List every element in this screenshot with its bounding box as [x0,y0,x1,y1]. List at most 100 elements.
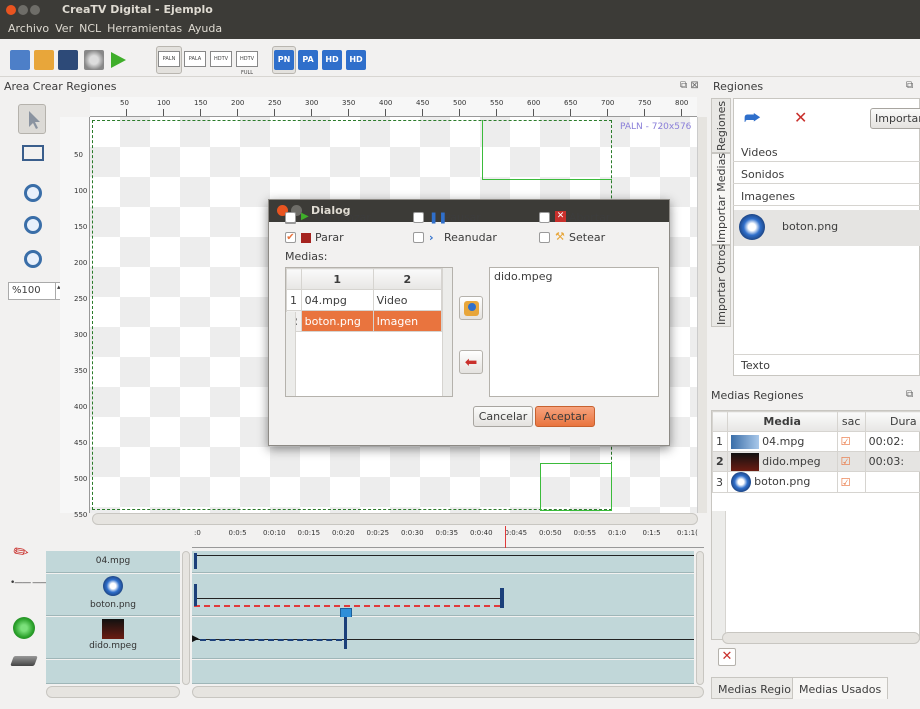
track-label-hscroll[interactable] [46,686,180,698]
image-item-row[interactable]: boton.png [734,210,920,246]
settings-icon[interactable] [84,50,104,70]
col-dura-header[interactable]: Dura [864,411,920,432]
maximize-window-icon[interactable] [30,5,40,15]
region-box[interactable] [482,120,612,180]
delete-icon[interactable]: ✕ [794,108,807,127]
format-hdtv-full-button[interactable]: HDTV FULL [236,51,258,76]
table-row[interactable]: 2 boton.png Imagen [286,310,443,332]
import-button[interactable]: Importar [870,108,920,129]
mode-pn-button[interactable]: PN [274,50,294,70]
zoom-in-icon[interactable] [24,184,42,202]
zoom-reset-icon[interactable] [24,250,42,268]
table-vscroll[interactable] [442,268,452,396]
category-sonidos[interactable]: Sonidos [733,164,920,184]
comenzar-checkbox[interactable] [285,212,296,223]
format-paln-button[interactable]: PALN [158,51,180,67]
minimize-window-icon[interactable] [18,5,28,15]
selected-medias-list[interactable]: dido.mpeg [489,267,659,397]
delete-icon: ✕ [721,649,733,664]
category-imagenes[interactable]: Imagenes [733,186,920,206]
pointer-tool-icon[interactable] [18,104,46,134]
accept-button[interactable]: Aceptar [535,406,595,427]
media-duration [864,471,920,493]
pausar-checkbox[interactable] [413,212,424,223]
mode-pa-button[interactable]: PA [298,50,318,70]
tab-medias-region[interactable]: Medias Region [711,677,805,699]
panel-float-icon[interactable]: ⧉ [906,80,913,91]
close-window-icon[interactable] [6,5,16,15]
timeline-track[interactable]: ▶ [192,617,694,659]
zoom-out-icon[interactable] [24,216,42,234]
reanudar-checkbox[interactable] [413,232,424,243]
import-arrow-icon[interactable]: ⮫ [744,108,761,129]
play-icon[interactable] [108,50,128,70]
abortar-checkbox[interactable] [539,212,550,223]
table-row[interactable]: 2 dido.mpeg ☑ 00:03: [712,451,920,472]
category-texto[interactable]: Texto [733,354,920,374]
menu-ayuda[interactable]: Ayuda [185,20,225,35]
col-sac-header[interactable]: sac [836,411,866,432]
open-folder-icon[interactable] [34,50,54,70]
format-pala-button[interactable]: PALA [184,51,206,67]
canvas-hscroll[interactable] [92,513,698,525]
menu-archivo[interactable]: Archivo [0,20,52,35]
timeline-playhead[interactable] [505,526,506,548]
remove-media-button[interactable]: ⬅ [459,350,483,374]
timeline-vscroll[interactable] [696,551,704,685]
col-1-header[interactable]: 1 [300,268,374,290]
new-project-icon[interactable] [10,50,30,70]
setear-checkbox[interactable] [539,232,550,243]
remove-media-region-button[interactable]: ✕ [718,648,736,666]
tab-importar-medias[interactable]: Importar Medias [711,153,731,245]
save-icon[interactable] [58,50,78,70]
table-row[interactable]: 3 boton.png ☑ [712,471,920,493]
pencil-icon[interactable]: ✎ [9,540,33,566]
stop-icon [301,233,311,243]
add-media-button[interactable] [459,296,483,320]
track-label[interactable]: 04.mpg [46,551,180,573]
track-name: dido.mpeg [89,641,137,651]
menu-ver[interactable]: Ver [52,20,76,35]
track-label[interactable]: boton.png [46,574,180,616]
cancel-button[interactable]: Cancelar [473,406,533,427]
canvas-vscroll[interactable] [697,117,707,513]
format-hdtv-button[interactable]: HDTV [210,51,232,67]
col-media-header[interactable]: Media [726,411,838,432]
col-2-header[interactable]: 2 [372,268,443,290]
table-row[interactable]: 1 04.mpg Video [286,289,443,311]
category-videos[interactable]: Videos [733,142,920,162]
event-icon[interactable] [13,617,35,639]
parar-checkbox[interactable]: ✔ [285,232,296,243]
list-item[interactable]: dido.mpeg [494,270,654,283]
track-label[interactable]: dido.mpeg [46,617,180,659]
medias-hscroll[interactable] [722,632,920,644]
region-box[interactable] [540,463,612,511]
sac-checkbox[interactable]: ☑ [836,451,866,472]
mode-hd-button[interactable]: HD [322,50,342,70]
row-number: 2 [712,451,728,472]
panel-float-icon[interactable]: ⧉ ⊠ [680,80,699,91]
timeline-track[interactable] [192,551,694,573]
menu-herramientas[interactable]: Herramientas [104,20,185,35]
ruler-tick [459,109,460,116]
ruler-tick-label: 100 [74,187,88,195]
ruler-tick-label: 300 [74,331,88,339]
mode-hd-full-button[interactable]: HD [346,50,366,70]
zoom-level-field[interactable]: %100 ▴▾ [8,282,66,300]
menu-ncl[interactable]: NCL [76,20,104,35]
tab-medias-usados[interactable]: Medias Usados [792,677,889,699]
eraser-icon[interactable] [10,656,38,666]
timeline-hscroll[interactable] [192,686,704,698]
panel-float-icon[interactable]: ⧉ [906,389,913,400]
ruler-tick-label: 800 [675,99,689,107]
track-label-vscroll[interactable] [182,551,190,685]
timeline-tick-label: 0:1:0 [608,529,627,537]
timeline-track[interactable] [192,574,694,620]
rectangle-tool-icon[interactable] [22,145,44,161]
tab-regiones[interactable]: Regiones [711,98,731,153]
ruler-tick-label: 450 [74,439,88,447]
tab-importar-otros[interactable]: Importar Otros [711,244,731,327]
table-row[interactable]: 1 04.mpg ☑ 00:02: [712,431,920,452]
sac-checkbox[interactable]: ☑ [836,431,866,452]
sac-checkbox[interactable]: ☑ [836,471,866,493]
